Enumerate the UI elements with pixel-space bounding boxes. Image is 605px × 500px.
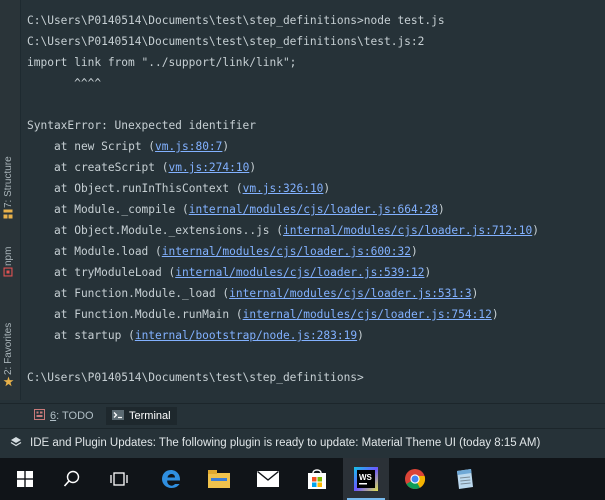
- stack-frame-text: at new Script (: [54, 140, 156, 153]
- structure-icon: [3, 209, 13, 222]
- stack-frame: at createScript (vm.js:274:10): [27, 161, 256, 175]
- todo-tab[interactable]: 6: TODO: [28, 407, 100, 425]
- store-icon[interactable]: [294, 458, 340, 500]
- windows-taskbar: WS: [0, 458, 605, 500]
- chrome-icon[interactable]: [392, 458, 438, 500]
- terminal-line: C:\Users\P0140514\Documents\test\step_de…: [27, 14, 445, 27]
- task-view-icon[interactable]: [96, 458, 142, 500]
- stack-frame: at tryModuleLoad (internal/modules/cjs/l…: [27, 266, 431, 280]
- paren-close: ): [437, 203, 445, 216]
- windows-start-icon[interactable]: [2, 458, 48, 500]
- terminal-line: C:\Users\P0140514\Documents\test\step_de…: [27, 35, 425, 48]
- stack-frame-text: at Object.runInThisContext (: [54, 182, 243, 195]
- stack-frame: at Object.Module._extensions..js (intern…: [27, 224, 539, 238]
- star-icon: [3, 376, 14, 390]
- terminal-icon: [112, 409, 124, 423]
- npm-tool-tab[interactable]: npm: [2, 247, 14, 278]
- paren-close: ): [222, 140, 230, 153]
- webstorm-icon[interactable]: WS: [343, 458, 389, 500]
- search-icon[interactable]: [49, 458, 95, 500]
- paren-close: ): [471, 287, 479, 300]
- notepad-icon[interactable]: [441, 458, 487, 500]
- status-bar: IDE and Plugin Updates: The following pl…: [0, 428, 605, 457]
- source-link[interactable]: internal/modules/cjs/loader.js:664:28: [189, 203, 438, 216]
- source-link[interactable]: vm.js:274:10: [169, 161, 250, 174]
- event-log-icon[interactable]: [10, 436, 22, 451]
- source-link[interactable]: internal/modules/cjs/loader.js:712:10: [283, 224, 532, 237]
- npm-icon: [3, 267, 13, 280]
- terminal-tab[interactable]: Terminal: [106, 407, 177, 425]
- paren-close: ): [323, 182, 331, 195]
- left-tool-strip: 7: Structure npm 2: Favorites: [0, 0, 21, 400]
- stack-frame-text: at Function.Module._load (: [54, 287, 230, 300]
- source-link[interactable]: vm.js:326:10: [243, 182, 324, 195]
- error-message: SyntaxError: Unexpected identifier: [27, 119, 257, 132]
- source-link[interactable]: internal/modules/cjs/loader.js:600:32: [162, 245, 411, 258]
- stack-frame: at Module.load (internal/modules/cjs/loa…: [27, 245, 418, 259]
- stack-frame-text: at Object.Module._extensions..js (: [54, 224, 284, 237]
- todo-label-text: : TODO: [56, 410, 94, 422]
- terminal-tab-label: Terminal: [129, 410, 171, 422]
- source-link[interactable]: internal/modules/cjs/loader.js:539:12: [175, 266, 424, 279]
- svg-text:WS: WS: [359, 473, 373, 482]
- stack-frame: at Object.runInThisContext (vm.js:326:10…: [27, 182, 330, 196]
- structure-tool-tab[interactable]: 7: Structure: [2, 156, 14, 220]
- terminal-output[interactable]: C:\Users\P0140514\Documents\test\step_de…: [21, 0, 605, 400]
- stack-frame-text: at Function.Module.runMain (: [54, 308, 243, 321]
- paren-close: ): [424, 266, 432, 279]
- favorites-tool-tab[interactable]: 2: Favorites: [2, 323, 15, 388]
- source-link[interactable]: internal/bootstrap/node.js:283:19: [135, 329, 357, 342]
- terminal-line: import link from "../support/link/link";: [27, 56, 297, 69]
- terminal-line: ^^^^: [27, 77, 102, 90]
- source-link[interactable]: vm.js:80:7: [155, 140, 222, 153]
- npm-tool-label: npm: [2, 246, 14, 266]
- stack-frame-text: at Module._compile (: [54, 203, 189, 216]
- stack-frame-text: at startup (: [54, 329, 135, 342]
- mail-icon[interactable]: [245, 458, 291, 500]
- terminal-prompt[interactable]: C:\Users\P0140514\Documents\test\step_de…: [27, 371, 364, 385]
- paren-close: ): [491, 308, 499, 321]
- stack-frame: at Function.Module._load (internal/modul…: [27, 287, 478, 301]
- paren-close: ): [357, 329, 364, 342]
- paren-close: ): [249, 161, 257, 174]
- todo-label: 6: TODO: [50, 410, 94, 422]
- edge-icon[interactable]: [148, 458, 194, 500]
- file-explorer-icon[interactable]: [196, 458, 242, 500]
- paren-close: ): [532, 224, 539, 237]
- paren-close: ): [411, 245, 418, 258]
- stack-frame: at startup (internal/bootstrap/node.js:2…: [27, 329, 364, 343]
- source-link[interactable]: internal/modules/cjs/loader.js:531:3: [229, 287, 471, 300]
- stack-frame-text: at tryModuleLoad (: [54, 266, 176, 279]
- stack-frame: at Function.Module.runMain (internal/mod…: [27, 308, 499, 322]
- tool-window-bar: 6: TODO Terminal: [0, 403, 605, 426]
- stack-frame-text: at createScript (: [54, 161, 169, 174]
- favorites-tool-label: 2: Favorites: [3, 322, 14, 375]
- stack-frame: at new Script (vm.js:80:7): [27, 140, 229, 154]
- stack-frame-text: at Module.load (: [54, 245, 162, 258]
- stack-frame: at Module._compile (internal/modules/cjs…: [27, 203, 445, 217]
- structure-tool-label: 7: Structure: [2, 156, 14, 208]
- todo-icon: [34, 409, 45, 423]
- update-notification[interactable]: IDE and Plugin Updates: The following pl…: [30, 437, 540, 449]
- source-link[interactable]: internal/modules/cjs/loader.js:754:12: [243, 308, 492, 321]
